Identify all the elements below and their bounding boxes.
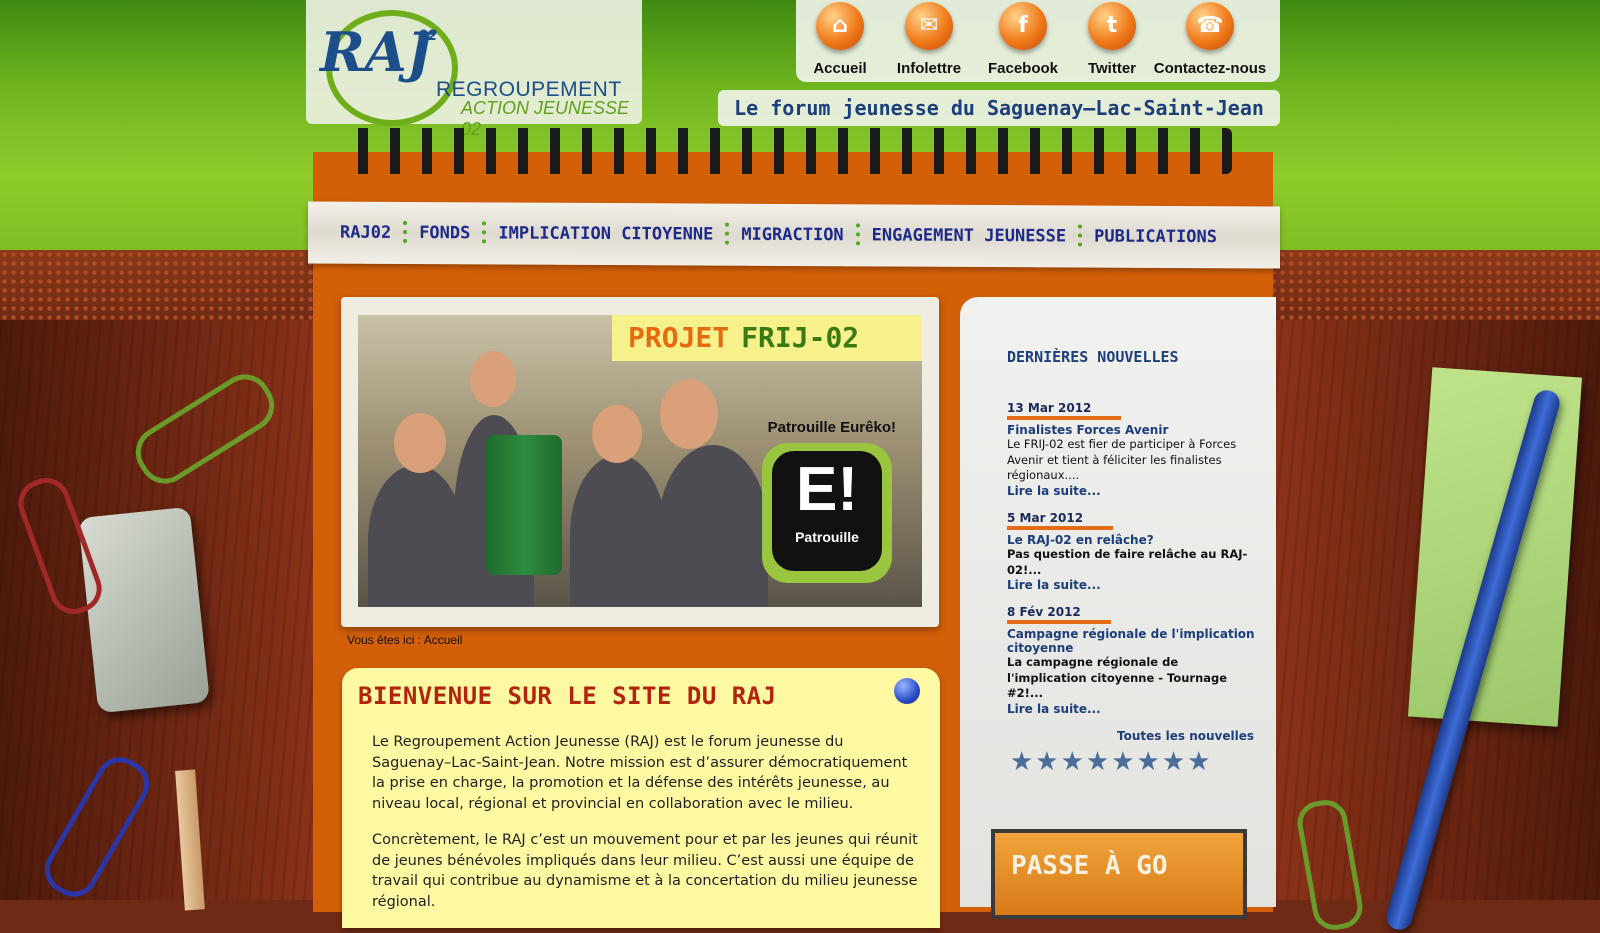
nav-twitter-label: Twitter — [1087, 60, 1137, 77]
nav-twitter[interactable]: t Twitter — [1072, 2, 1152, 77]
breadcrumb: Vous êtes ici : Accueil — [347, 633, 463, 647]
menu-item-fonds[interactable]: FONDS — [405, 223, 484, 243]
nav-accueil[interactable]: ⌂ Accueil — [800, 2, 880, 77]
compost-bin — [486, 435, 562, 575]
news-date: 5 Mar 2012 — [1007, 511, 1114, 530]
person-head — [394, 413, 446, 473]
menu-item-raj02[interactable]: RAJ02 — [326, 223, 405, 243]
nav-infolettre[interactable]: ✉ Infolettre — [884, 2, 974, 77]
news-date: 8 Fév 2012 — [1007, 605, 1111, 624]
nav-infolettre-label: Infolettre — [896, 60, 962, 77]
menu-item-engagement-jeunesse[interactable]: ENGAGEMENT JEUNESSE — [858, 225, 1080, 246]
person-head — [470, 351, 516, 407]
read-more-link[interactable]: Lire la suite... — [1007, 578, 1259, 592]
news-excerpt: La campagne régionale de l'implication c… — [1007, 655, 1228, 700]
spiral-binding — [352, 128, 1232, 174]
site-tagline: Le forum jeunesse du Saguenay–Lac-Saint-… — [718, 90, 1280, 126]
menu-item-implication-citoyenne[interactable]: IMPLICATION CITOYENNE — [484, 223, 727, 244]
slide-heading: PROJET FRIJ-02 — [612, 315, 922, 361]
nav-facebook-label: Facebook — [987, 60, 1059, 77]
news-excerpt: Le FRIJ-02 est fier de participer à Forc… — [1007, 437, 1237, 482]
news-date: 13 Mar 2012 — [1007, 401, 1122, 420]
read-more-link[interactable]: Lire la suite... — [1007, 702, 1259, 716]
person-head — [592, 405, 642, 463]
slide-heading-word1: PROJET — [628, 321, 730, 354]
nav-contact-label: Contactez-nous — [1153, 60, 1267, 77]
nav-contact[interactable]: ☎ Contactez-nous — [1144, 2, 1276, 77]
patrol-logo-word: Patrouille — [795, 529, 859, 545]
welcome-title: BIENVENUE SUR LE SITE DU RAJ — [358, 682, 777, 710]
person-head — [660, 379, 718, 449]
menu-item-publications[interactable]: PUBLICATIONS — [1080, 226, 1231, 248]
eraser-decoration — [78, 506, 210, 714]
news-item: 5 Mar 2012 Le RAJ-02 en relâche? Pas que… — [1007, 507, 1259, 592]
patrol-logo-letter: E! — [796, 455, 858, 524]
patrol-logo: E! Patrouille — [762, 443, 892, 583]
phone-icon: ☎ — [1186, 2, 1234, 50]
menu-item-migraction[interactable]: MIGRACTION — [727, 225, 857, 246]
news-item: 13 Mar 2012 Finalistes Forces Avenir Le … — [1007, 397, 1259, 498]
main-menu: RAJ02 FONDS IMPLICATION CITOYENNE MIGRAC… — [308, 201, 1280, 269]
facebook-icon: f — [999, 2, 1047, 50]
news-title-link[interactable]: Le RAJ-02 en relâche? — [1007, 533, 1259, 547]
read-more-link[interactable]: Lire la suite... — [1007, 484, 1259, 498]
news-excerpt: Pas question de faire relâche au RAJ-02!… — [1007, 547, 1248, 577]
welcome-paragraph-1: Le Regroupement Action Jeunesse (RAJ) es… — [372, 734, 908, 812]
logo-mark: RAJ — [320, 20, 433, 84]
stars-decoration: ★★★★★★★★ — [1010, 747, 1213, 777]
site-logo[interactable]: RAJ 02 REGROUPEMENT ACTION JEUNESSE 02 — [306, 0, 642, 139]
nav-facebook[interactable]: f Facebook — [978, 2, 1068, 77]
news-item: 8 Fév 2012 Campagne régionale de l'impli… — [1007, 601, 1259, 716]
person-figure — [368, 465, 464, 607]
passe-a-go-banner[interactable]: PASSE À GO — [991, 829, 1247, 919]
all-news-link[interactable]: Toutes les nouvelles — [1117, 729, 1254, 743]
home-icon: ⌂ — [816, 2, 864, 50]
logo-number: 02 — [418, 28, 438, 44]
pushpin-icon — [894, 678, 920, 704]
slide-heading-word2: FRIJ-02 — [741, 321, 860, 354]
mail-icon: ✉ — [905, 2, 953, 50]
welcome-panel: BIENVENUE SUR LE SITE DU RAJ Le Regroupe… — [342, 668, 940, 928]
news-title-link[interactable]: Finalistes Forces Avenir — [1007, 423, 1259, 437]
top-navigation: ⌂ Accueil ✉ Infolettre f Facebook t Twit… — [796, 0, 1280, 82]
person-figure — [570, 455, 666, 607]
news-heading: DERNIÈRES NOUVELLES — [1007, 348, 1179, 366]
patrol-label: Patrouille Eurêko! — [767, 419, 896, 436]
person-figure — [658, 445, 768, 607]
news-sidebar: DERNIÈRES NOUVELLES 13 Mar 2012 Finalist… — [960, 297, 1276, 919]
slideshow: PROJET FRIJ-02 Patrouille Eurêko! E! Patr… — [341, 297, 939, 627]
banner-text: PASSE À GO — [1011, 851, 1168, 881]
twitter-icon: t — [1088, 2, 1136, 50]
slideshow-image[interactable]: PROJET FRIJ-02 Patrouille Eurêko! E! Patr… — [358, 315, 922, 607]
nav-accueil-label: Accueil — [813, 60, 867, 77]
news-title-link[interactable]: Campagne régionale de l'implication cito… — [1007, 627, 1259, 655]
